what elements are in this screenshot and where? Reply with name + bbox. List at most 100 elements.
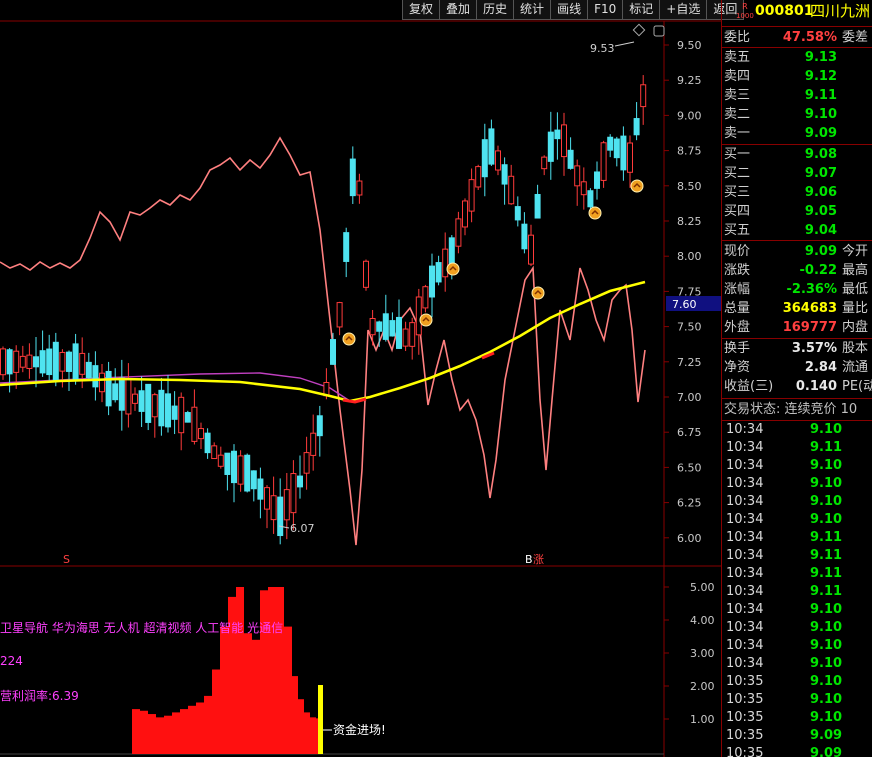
volume-bar bbox=[244, 633, 252, 754]
stat2-row-0-value: 3.57% bbox=[791, 341, 837, 356]
stat-row-1: 涨跌 -0.22 最高 bbox=[724, 261, 872, 280]
tick-time: 10:34 bbox=[726, 512, 764, 527]
candle-body bbox=[145, 383, 152, 423]
tick-price: 9.10 bbox=[810, 422, 843, 437]
candle-body bbox=[290, 473, 297, 514]
badge-top: R bbox=[742, 2, 748, 11]
candle-body bbox=[250, 470, 257, 490]
candle-body bbox=[231, 450, 237, 484]
signal-up-marker-icon bbox=[531, 286, 545, 300]
concept-text: 卫星导航 华为海思 无人机 超清视频 人工智能 光通信 bbox=[0, 621, 284, 635]
high-pointer bbox=[614, 41, 635, 47]
candle-body bbox=[316, 415, 323, 437]
candle-body bbox=[310, 432, 317, 456]
candle-body bbox=[488, 128, 495, 165]
candle-body bbox=[99, 372, 105, 393]
sell-row-4-value: 9.09 bbox=[804, 126, 837, 141]
candle-body bbox=[112, 383, 119, 401]
tick-time: 10:34 bbox=[726, 440, 764, 455]
badge-bottom: 1000 bbox=[736, 12, 754, 20]
candle-body bbox=[547, 131, 554, 162]
stat-row-1-extra: 最高 bbox=[842, 263, 869, 278]
candle-body bbox=[528, 234, 534, 265]
stat2-row-1-label: 净资 bbox=[724, 360, 751, 375]
tick-row: 10:35 9.10 bbox=[724, 709, 872, 727]
candle-body bbox=[224, 452, 231, 475]
tick-time: 10:34 bbox=[726, 584, 764, 599]
stat-row-2-label: 涨幅 bbox=[724, 282, 751, 297]
sell-row-1-label: 卖四 bbox=[724, 69, 751, 84]
candle-body bbox=[363, 260, 369, 288]
volume-bar bbox=[276, 587, 284, 754]
price-axis-label: 7.50 bbox=[677, 321, 702, 334]
candle-body bbox=[178, 396, 185, 434]
volume-bar bbox=[252, 639, 260, 754]
weibi-label: 委比 bbox=[724, 30, 751, 45]
chart-area[interactable]: 9.509.259.008.758.508.258.007.757.507.25… bbox=[0, 0, 721, 757]
window-icon bbox=[653, 25, 665, 37]
tick-row: 10:34 9.10 bbox=[724, 601, 872, 619]
candle-body bbox=[0, 348, 6, 376]
candle-body bbox=[85, 361, 92, 379]
tick-price: 9.10 bbox=[810, 620, 843, 635]
buy-row-4: 买五 9.04 bbox=[724, 221, 872, 240]
candle-body bbox=[46, 348, 53, 376]
volume-bar bbox=[260, 590, 268, 754]
candle-body bbox=[402, 328, 409, 347]
candle-body bbox=[33, 356, 39, 368]
tick-time: 10:34 bbox=[726, 530, 764, 545]
price-axis-label: 9.00 bbox=[677, 109, 702, 122]
candle-body bbox=[475, 166, 482, 188]
tick-time: 10:35 bbox=[726, 692, 764, 707]
candle-body bbox=[415, 296, 422, 336]
candle-body bbox=[442, 248, 449, 278]
stat-row-1-label: 涨跌 bbox=[724, 263, 751, 278]
candle-body bbox=[462, 200, 468, 228]
price-axis-label: 6.75 bbox=[677, 426, 702, 439]
tick-time: 10:34 bbox=[726, 476, 764, 491]
price-marker-label: 7.60 bbox=[672, 298, 697, 311]
signal-up-marker-icon bbox=[342, 332, 356, 346]
candle-body bbox=[376, 321, 383, 332]
tick-time: 10:34 bbox=[726, 620, 764, 635]
candle-body bbox=[257, 478, 264, 500]
candle-body bbox=[244, 454, 251, 492]
price-axis-label: 9.25 bbox=[677, 74, 702, 87]
candle-body bbox=[343, 232, 350, 262]
stock-header: R 1000 000801 四川九洲 bbox=[724, 2, 872, 21]
candle-body bbox=[481, 139, 488, 178]
volume-bar bbox=[132, 709, 140, 754]
buy-row-4-label: 买五 bbox=[724, 223, 751, 238]
stat-row-1-value: -0.22 bbox=[799, 263, 837, 278]
sell-row-3-value: 9.10 bbox=[804, 107, 837, 122]
candle-body bbox=[435, 262, 442, 283]
tick-time: 10:35 bbox=[726, 746, 764, 757]
candle-body bbox=[501, 164, 508, 185]
price-axis-label: 7.25 bbox=[677, 356, 702, 369]
candle-body bbox=[59, 351, 66, 372]
volume-bar bbox=[220, 626, 228, 754]
candle-body bbox=[204, 432, 211, 454]
stat-row-3-label: 总量 bbox=[724, 301, 751, 316]
sell-row-0-label: 卖五 bbox=[724, 50, 751, 65]
volume-bar bbox=[188, 705, 196, 754]
candle-body bbox=[211, 445, 218, 460]
weibi-value: 47.58% bbox=[782, 30, 837, 45]
tick-row: 10:35 9.09 bbox=[724, 745, 872, 757]
candle-body bbox=[495, 150, 501, 171]
buy-row-2: 买三 9.06 bbox=[724, 183, 872, 202]
buy-row-1-label: 买二 bbox=[724, 166, 751, 181]
sell-row-3: 卖二 9.10 bbox=[724, 105, 872, 124]
candle-body bbox=[521, 223, 528, 250]
stat-row-4: 外盘 169777 内盘 bbox=[724, 318, 872, 337]
stat2-row-0: 换手 3.57% 股本 bbox=[724, 339, 872, 358]
oscillator-line bbox=[0, 136, 646, 546]
tick-price: 9.11 bbox=[810, 440, 843, 455]
volume-bar bbox=[164, 715, 172, 754]
tick-price: 9.10 bbox=[810, 638, 843, 653]
fund-entry-bar bbox=[318, 685, 323, 754]
stat-row-0-extra: 今开 bbox=[842, 244, 869, 259]
volume-bar bbox=[148, 714, 156, 754]
candle-body bbox=[118, 377, 125, 411]
candle-body bbox=[171, 405, 178, 420]
